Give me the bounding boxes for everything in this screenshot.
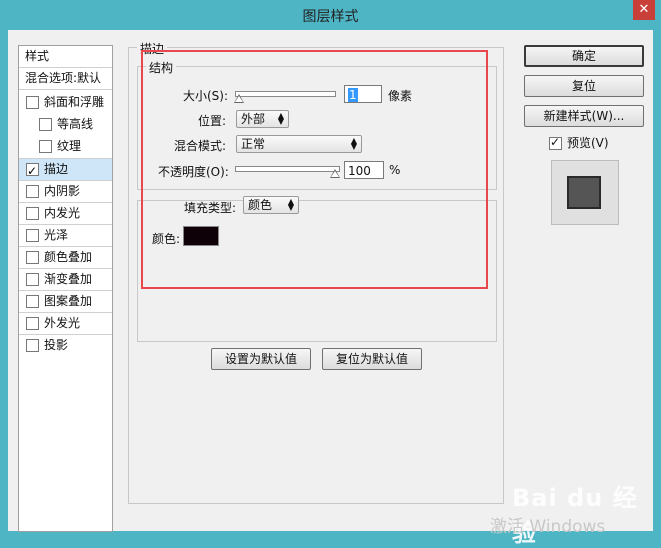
style-item-label: 内阴影 (44, 184, 81, 198)
style-list-header[interactable]: 样式 (19, 46, 112, 68)
reset-default-button[interactable]: 复位为默认值 (322, 348, 422, 370)
highlight-frame (141, 50, 488, 289)
preview-swatch (567, 176, 601, 209)
contour-checkbox[interactable] (39, 118, 52, 131)
texture-checkbox[interactable] (39, 140, 52, 153)
preview-label[interactable]: 预览(V) (567, 134, 609, 151)
style-preview (551, 160, 619, 225)
style-item-label: 斜面和浮雕 (44, 95, 105, 109)
stroke-checkbox[interactable] (26, 161, 39, 180)
blend-options-item[interactable]: 混合选项:默认 (19, 68, 112, 90)
title-bar[interactable]: 图层样式 ✕ (0, 0, 661, 30)
style-item-gradient-overlay[interactable]: 渐变叠加 (19, 269, 112, 290)
style-item-label: 图案叠加 (44, 294, 93, 308)
dialog-title: 图层样式 (302, 9, 359, 25)
style-item-label: 外发光 (44, 316, 81, 330)
style-item-label: 纹理 (57, 139, 82, 153)
style-item-texture[interactable]: 纹理 (19, 136, 112, 157)
style-item-inner-shadow[interactable]: 内阴影 (19, 181, 112, 202)
preview-checkbox[interactable] (549, 135, 562, 150)
satin-checkbox[interactable] (26, 229, 39, 242)
style-item-label: 内发光 (44, 206, 81, 220)
style-item-pattern-overlay[interactable]: 图案叠加 (19, 291, 112, 312)
set-default-button[interactable]: 设置为默认值 (211, 348, 311, 370)
style-item-label: 描边 (44, 162, 69, 176)
outer-glow-checkbox[interactable] (26, 317, 39, 330)
style-item-color-overlay[interactable]: 颜色叠加 (19, 247, 112, 268)
style-list: 样式 混合选项:默认 斜面和浮雕 等高线 纹理 描边 内阴影 内发光 (18, 45, 113, 532)
activate-windows-watermark: 激活 Windows (490, 517, 606, 537)
ok-button[interactable]: 确定 (524, 45, 644, 67)
reset-button[interactable]: 复位 (524, 75, 644, 97)
style-item-satin[interactable]: 光泽 (19, 225, 112, 246)
style-item-inner-glow[interactable]: 内发光 (19, 203, 112, 224)
style-item-label: 渐变叠加 (44, 272, 93, 286)
style-item-stroke[interactable]: 描边 (19, 159, 112, 180)
pattern-overlay-checkbox[interactable] (26, 295, 39, 308)
style-item-contour[interactable]: 等高线 (19, 114, 112, 135)
drop-shadow-checkbox[interactable] (26, 339, 39, 352)
style-item-bevel-emboss[interactable]: 斜面和浮雕 (19, 92, 112, 113)
color-overlay-checkbox[interactable] (26, 251, 39, 264)
layer-style-dialog: 样式 混合选项:默认 斜面和浮雕 等高线 纹理 描边 内阴影 内发光 (8, 30, 653, 532)
style-item-label: 投影 (44, 338, 69, 352)
style-item-label: 颜色叠加 (44, 250, 93, 264)
inner-shadow-checkbox[interactable] (26, 185, 39, 198)
gradient-overlay-checkbox[interactable] (26, 273, 39, 286)
style-item-drop-shadow[interactable]: 投影 (19, 335, 112, 356)
style-item-outer-glow[interactable]: 外发光 (19, 313, 112, 334)
new-style-button[interactable]: 新建样式(W)... (524, 105, 644, 127)
style-item-label: 等高线 (57, 117, 94, 131)
bevel-emboss-checkbox[interactable] (26, 96, 39, 109)
inner-glow-checkbox[interactable] (26, 207, 39, 220)
style-item-label: 光泽 (44, 228, 69, 242)
close-icon[interactable]: ✕ (633, 0, 655, 20)
